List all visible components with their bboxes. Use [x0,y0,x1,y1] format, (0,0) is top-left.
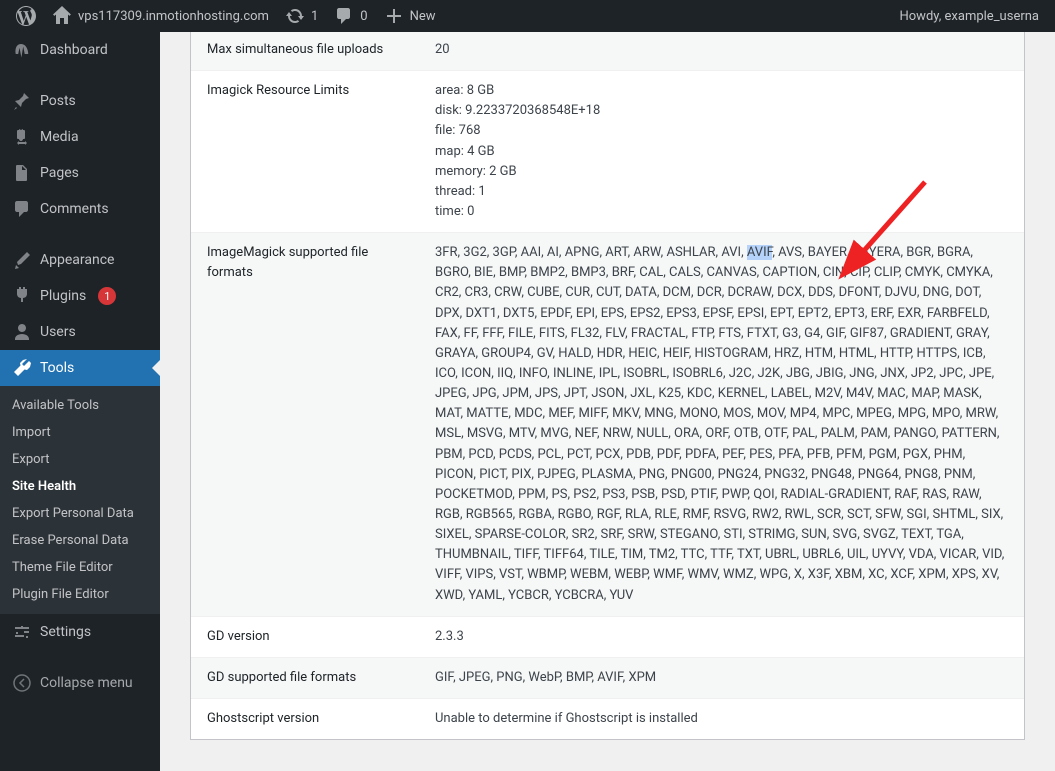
comments[interactable]: 0 [326,0,375,32]
settings-icon [12,622,32,642]
update-icon [285,6,305,26]
submenu-import[interactable]: Import [0,419,160,446]
menu-label: Comments [40,201,109,217]
my-account[interactable]: Howdy, example_userna [891,0,1047,32]
updates[interactable]: 1 [277,0,326,32]
user-icon [12,322,32,342]
comment-icon [334,6,354,26]
dashboard-icon [12,40,32,60]
submenu-erase-personal-data[interactable]: Erase Personal Data [0,527,160,554]
row-label-gd-version: GD version [191,616,419,657]
menu-label: Settings [40,624,91,640]
menu-label: Appearance [40,252,114,268]
menu-appearance[interactable]: Appearance [0,242,160,278]
tools-submenu: Available Tools Import Export Site Healt… [0,386,160,614]
new-content[interactable]: New [376,0,444,32]
pin-icon [12,91,32,111]
menu-label: Users [40,324,76,340]
site-name[interactable]: vps117309.inmotionhosting.com [44,0,277,32]
plug-icon [12,286,32,306]
howdy-text: Howdy, example_userna [899,9,1039,24]
menu-tools[interactable]: Tools [0,350,160,386]
submenu-available-tools[interactable]: Available Tools [0,392,160,419]
row-value-gd-formats: GIF, JPEG, PNG, WebP, BMP, AVIF, XPM [419,657,1024,698]
menu-users[interactable]: Users [0,314,160,350]
row-label-ghostscript: Ghostscript version [191,698,419,739]
menu-pages[interactable]: Pages [0,155,160,191]
menu-label: Media [40,129,79,145]
submenu-export[interactable]: Export [0,446,160,473]
comments-icon [12,199,32,219]
wordpress-icon [16,6,36,26]
comments-count: 0 [360,9,367,24]
admin-bar: vps117309.inmotionhosting.com 1 0 New Ho… [0,0,1055,32]
row-value-max-uploads: 20 [419,32,1024,71]
menu-media[interactable]: Media [0,119,160,155]
menu-label: Plugins [40,288,86,304]
menu-label: Tools [40,360,74,376]
brush-icon [12,250,32,270]
row-label-gd-formats: GD supported file formats [191,657,419,698]
menu-plugins[interactable]: Plugins 1 [0,278,160,314]
pages-icon [12,163,32,183]
site-name-text: vps117309.inmotionhosting.com [78,9,269,24]
menu-dashboard[interactable]: Dashboard [0,32,160,68]
row-value-gd-version: 2.3.3 [419,616,1024,657]
menu-label: Collapse menu [40,675,133,691]
menu-label: Posts [40,93,76,109]
menu-settings[interactable]: Settings [0,614,160,650]
collapse-menu[interactable]: Collapse menu [0,665,160,701]
row-value-imagick-limits: area: 8 GB disk: 9.2233720368548E+18 fil… [419,71,1024,233]
row-value-ghostscript: Unable to determine if Ghostscript is in… [419,698,1024,739]
plugins-badge: 1 [98,287,116,305]
highlighted-avif: AVIF [747,245,772,260]
row-label-imagick-formats: ImageMagick supported file formats [191,233,419,617]
menu-label: Pages [40,165,79,181]
submenu-plugin-file-editor[interactable]: Plugin File Editor [0,581,160,608]
site-health-info-table: Max simultaneous file uploads 20 Imagick… [190,32,1025,740]
wp-logo[interactable] [8,0,44,32]
updates-count: 1 [311,9,318,24]
row-value-imagick-formats: 3FR, 3G2, 3GP, AAI, AI, APNG, ART, ARW, … [419,233,1024,617]
admin-sidebar: Dashboard Posts Media Pages Comments App… [0,32,160,771]
plus-icon [384,6,404,26]
menu-label: Dashboard [40,42,108,58]
collapse-icon [12,673,32,693]
media-icon [12,127,32,147]
submenu-theme-file-editor[interactable]: Theme File Editor [0,554,160,581]
home-icon [52,6,72,26]
submenu-site-health[interactable]: Site Health [0,473,160,500]
wrench-icon [12,358,32,378]
menu-comments[interactable]: Comments [0,191,160,227]
submenu-export-personal-data[interactable]: Export Personal Data [0,500,160,527]
menu-posts[interactable]: Posts [0,83,160,119]
row-label-max-uploads: Max simultaneous file uploads [191,32,419,71]
content-area: Max simultaneous file uploads 20 Imagick… [160,32,1055,771]
new-text: New [410,9,436,24]
row-label-imagick-limits: Imagick Resource Limits [191,71,419,233]
